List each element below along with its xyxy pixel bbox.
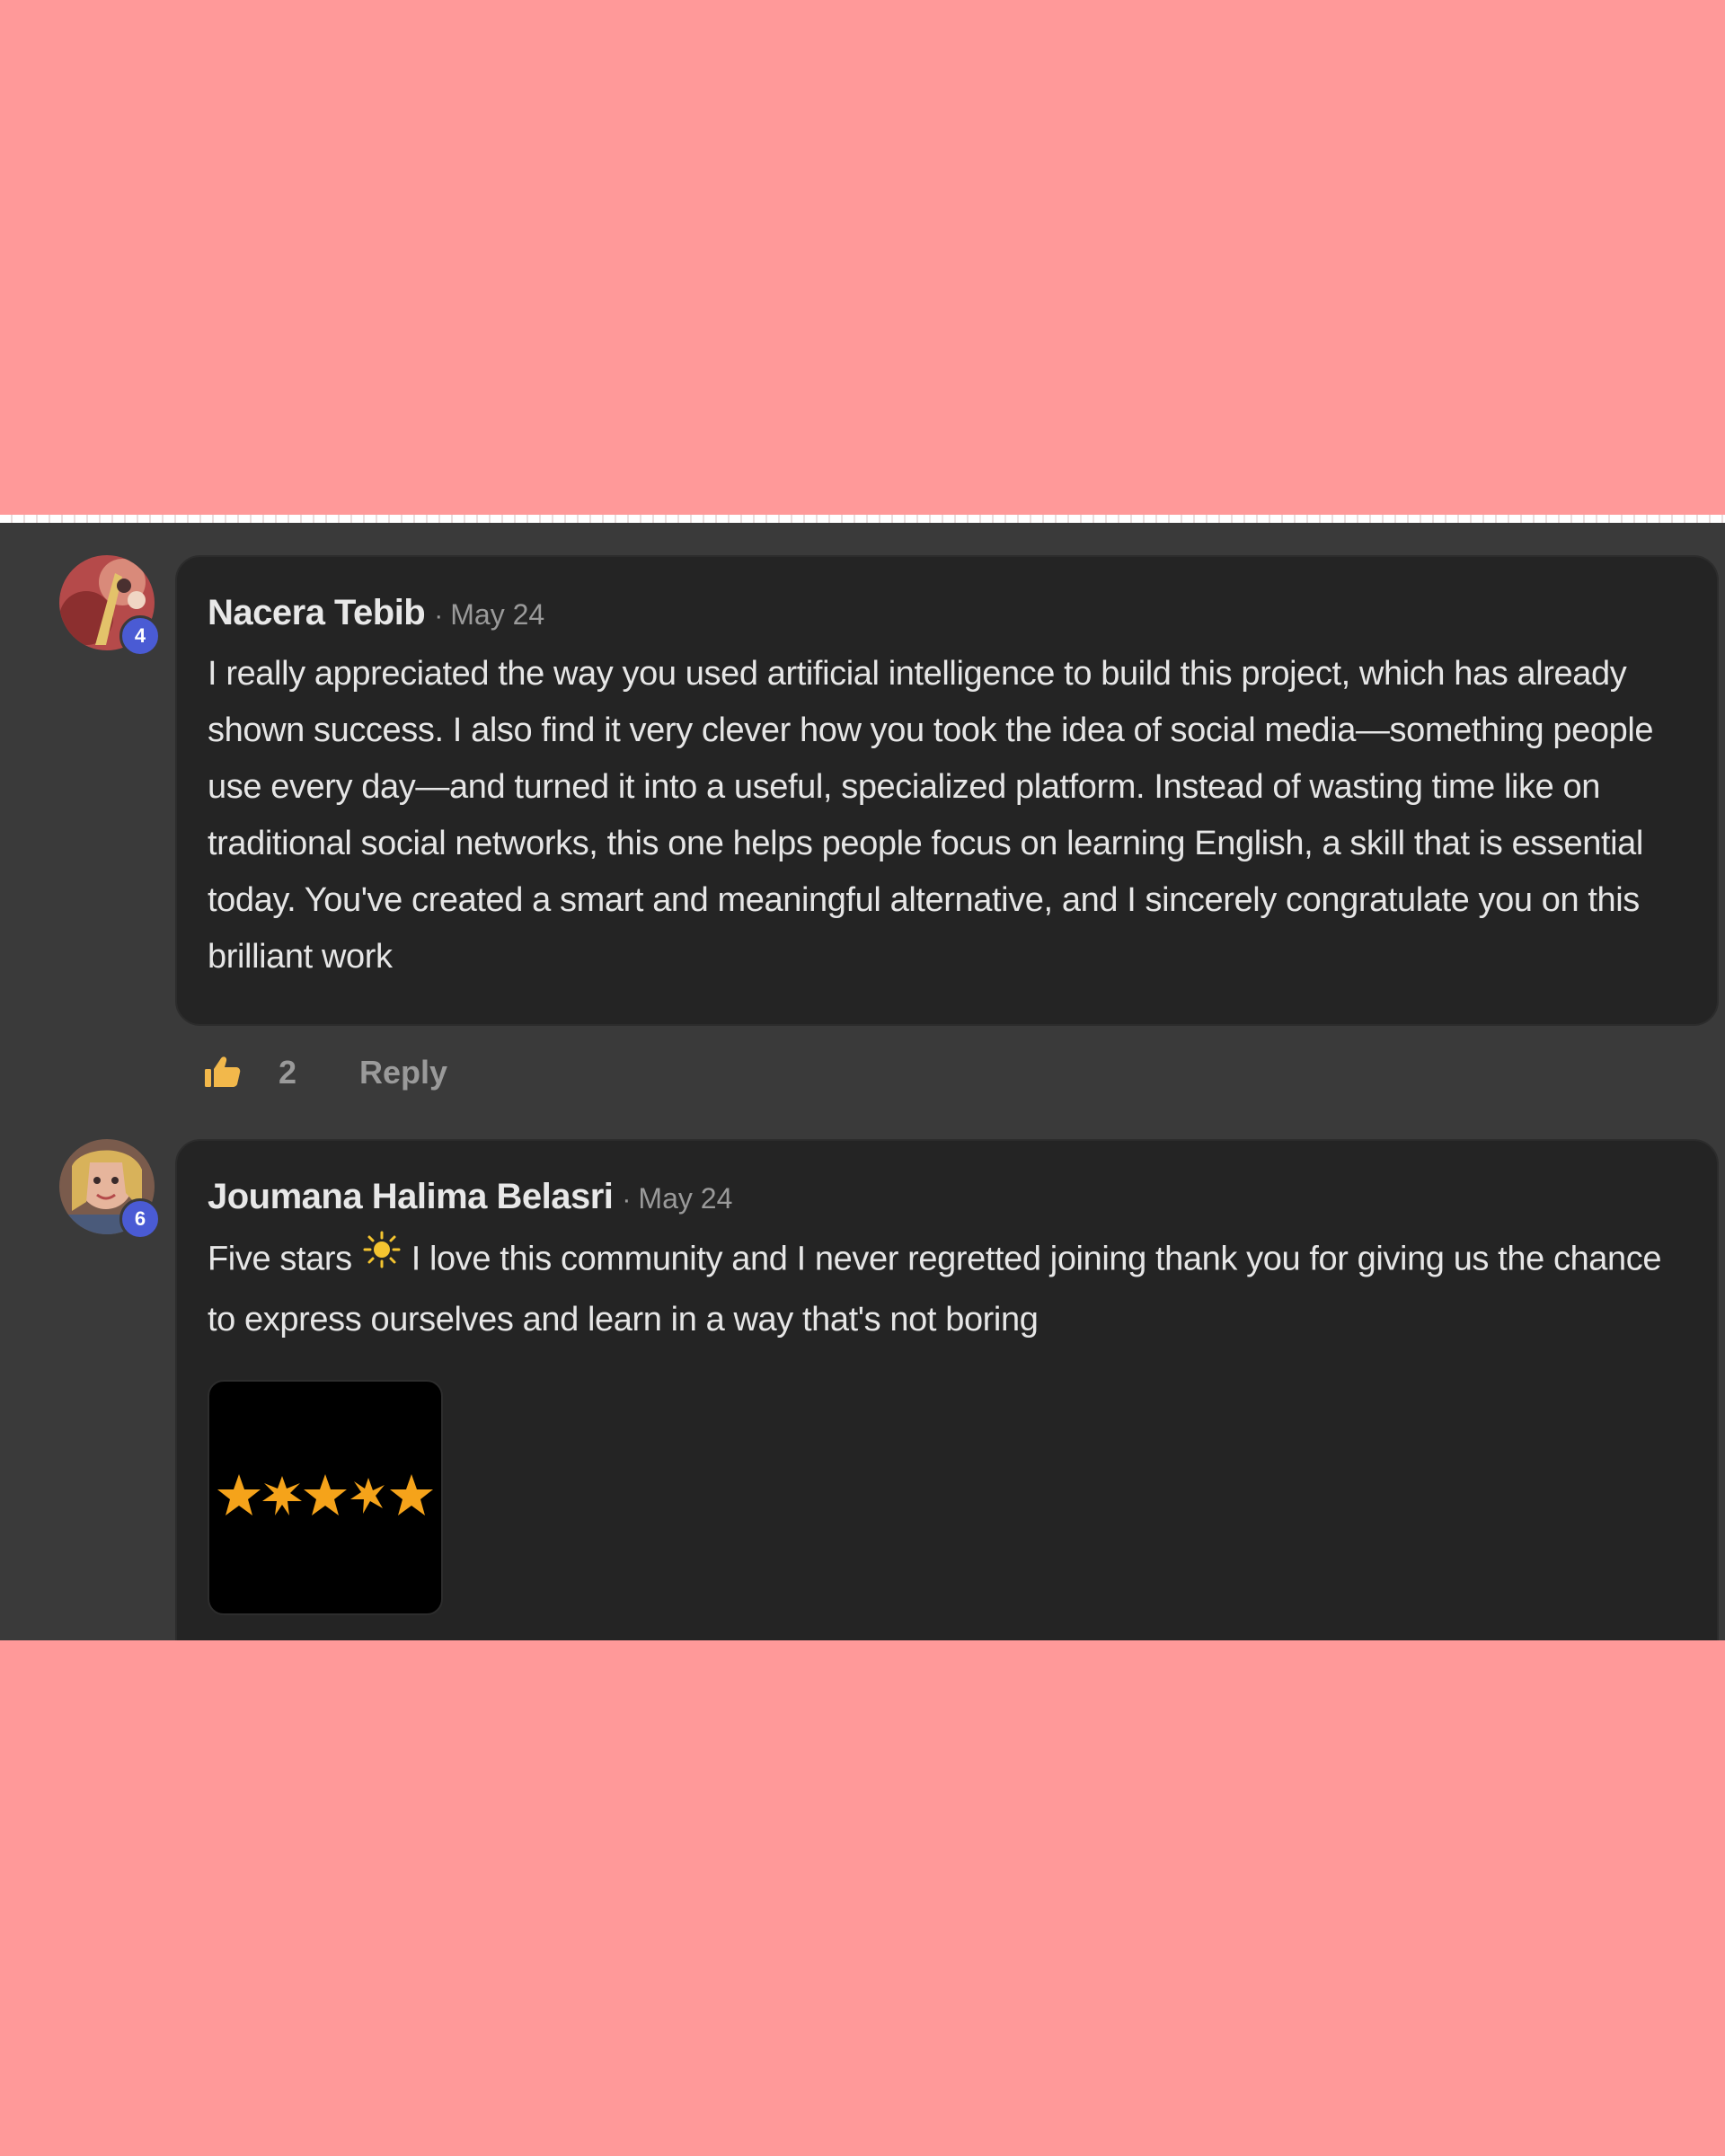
comment-author[interactable]: Joumana Halima Belasri xyxy=(208,1177,614,1217)
comment-bubble: Joumana Halima Belasri · May 24 Five sta… xyxy=(175,1139,1719,1640)
comment-text-start: Five stars xyxy=(208,1240,352,1278)
image-attachment[interactable] xyxy=(208,1380,443,1615)
five-stars-icon xyxy=(217,1474,433,1515)
separator-dot: · xyxy=(434,601,444,631)
comment-author[interactable]: Nacera Tebib xyxy=(208,593,426,633)
reply-button[interactable]: Reply xyxy=(359,1054,447,1091)
comment-date[interactable]: May 24 xyxy=(450,598,544,632)
level-badge: 4 xyxy=(119,615,161,657)
top-background xyxy=(0,0,1725,515)
separator-dot: · xyxy=(622,1185,632,1215)
comment-bubble: Nacera Tebib · May 24 I really appreciat… xyxy=(175,555,1719,1026)
bottom-background xyxy=(0,1640,1725,2156)
divider-strip xyxy=(0,515,1725,523)
comment-text: Five stars I love this community and I n… xyxy=(208,1230,1690,1348)
comments-panel: 4 Nacera Tebib · May 24 I really appreci… xyxy=(0,523,1725,1640)
comment-text: I really appreciated the way you used ar… xyxy=(208,655,1654,976)
comment-date[interactable]: May 24 xyxy=(638,1182,732,1215)
thumbs-up-icon[interactable] xyxy=(203,1053,243,1092)
level-badge: 6 xyxy=(119,1198,161,1240)
like-count: 2 xyxy=(279,1054,297,1091)
comment-text-rest: I love this community and I never regret… xyxy=(208,1240,1662,1339)
sun-emoji-icon xyxy=(363,1230,401,1286)
comment-actions: 2 Reply xyxy=(203,1053,447,1092)
